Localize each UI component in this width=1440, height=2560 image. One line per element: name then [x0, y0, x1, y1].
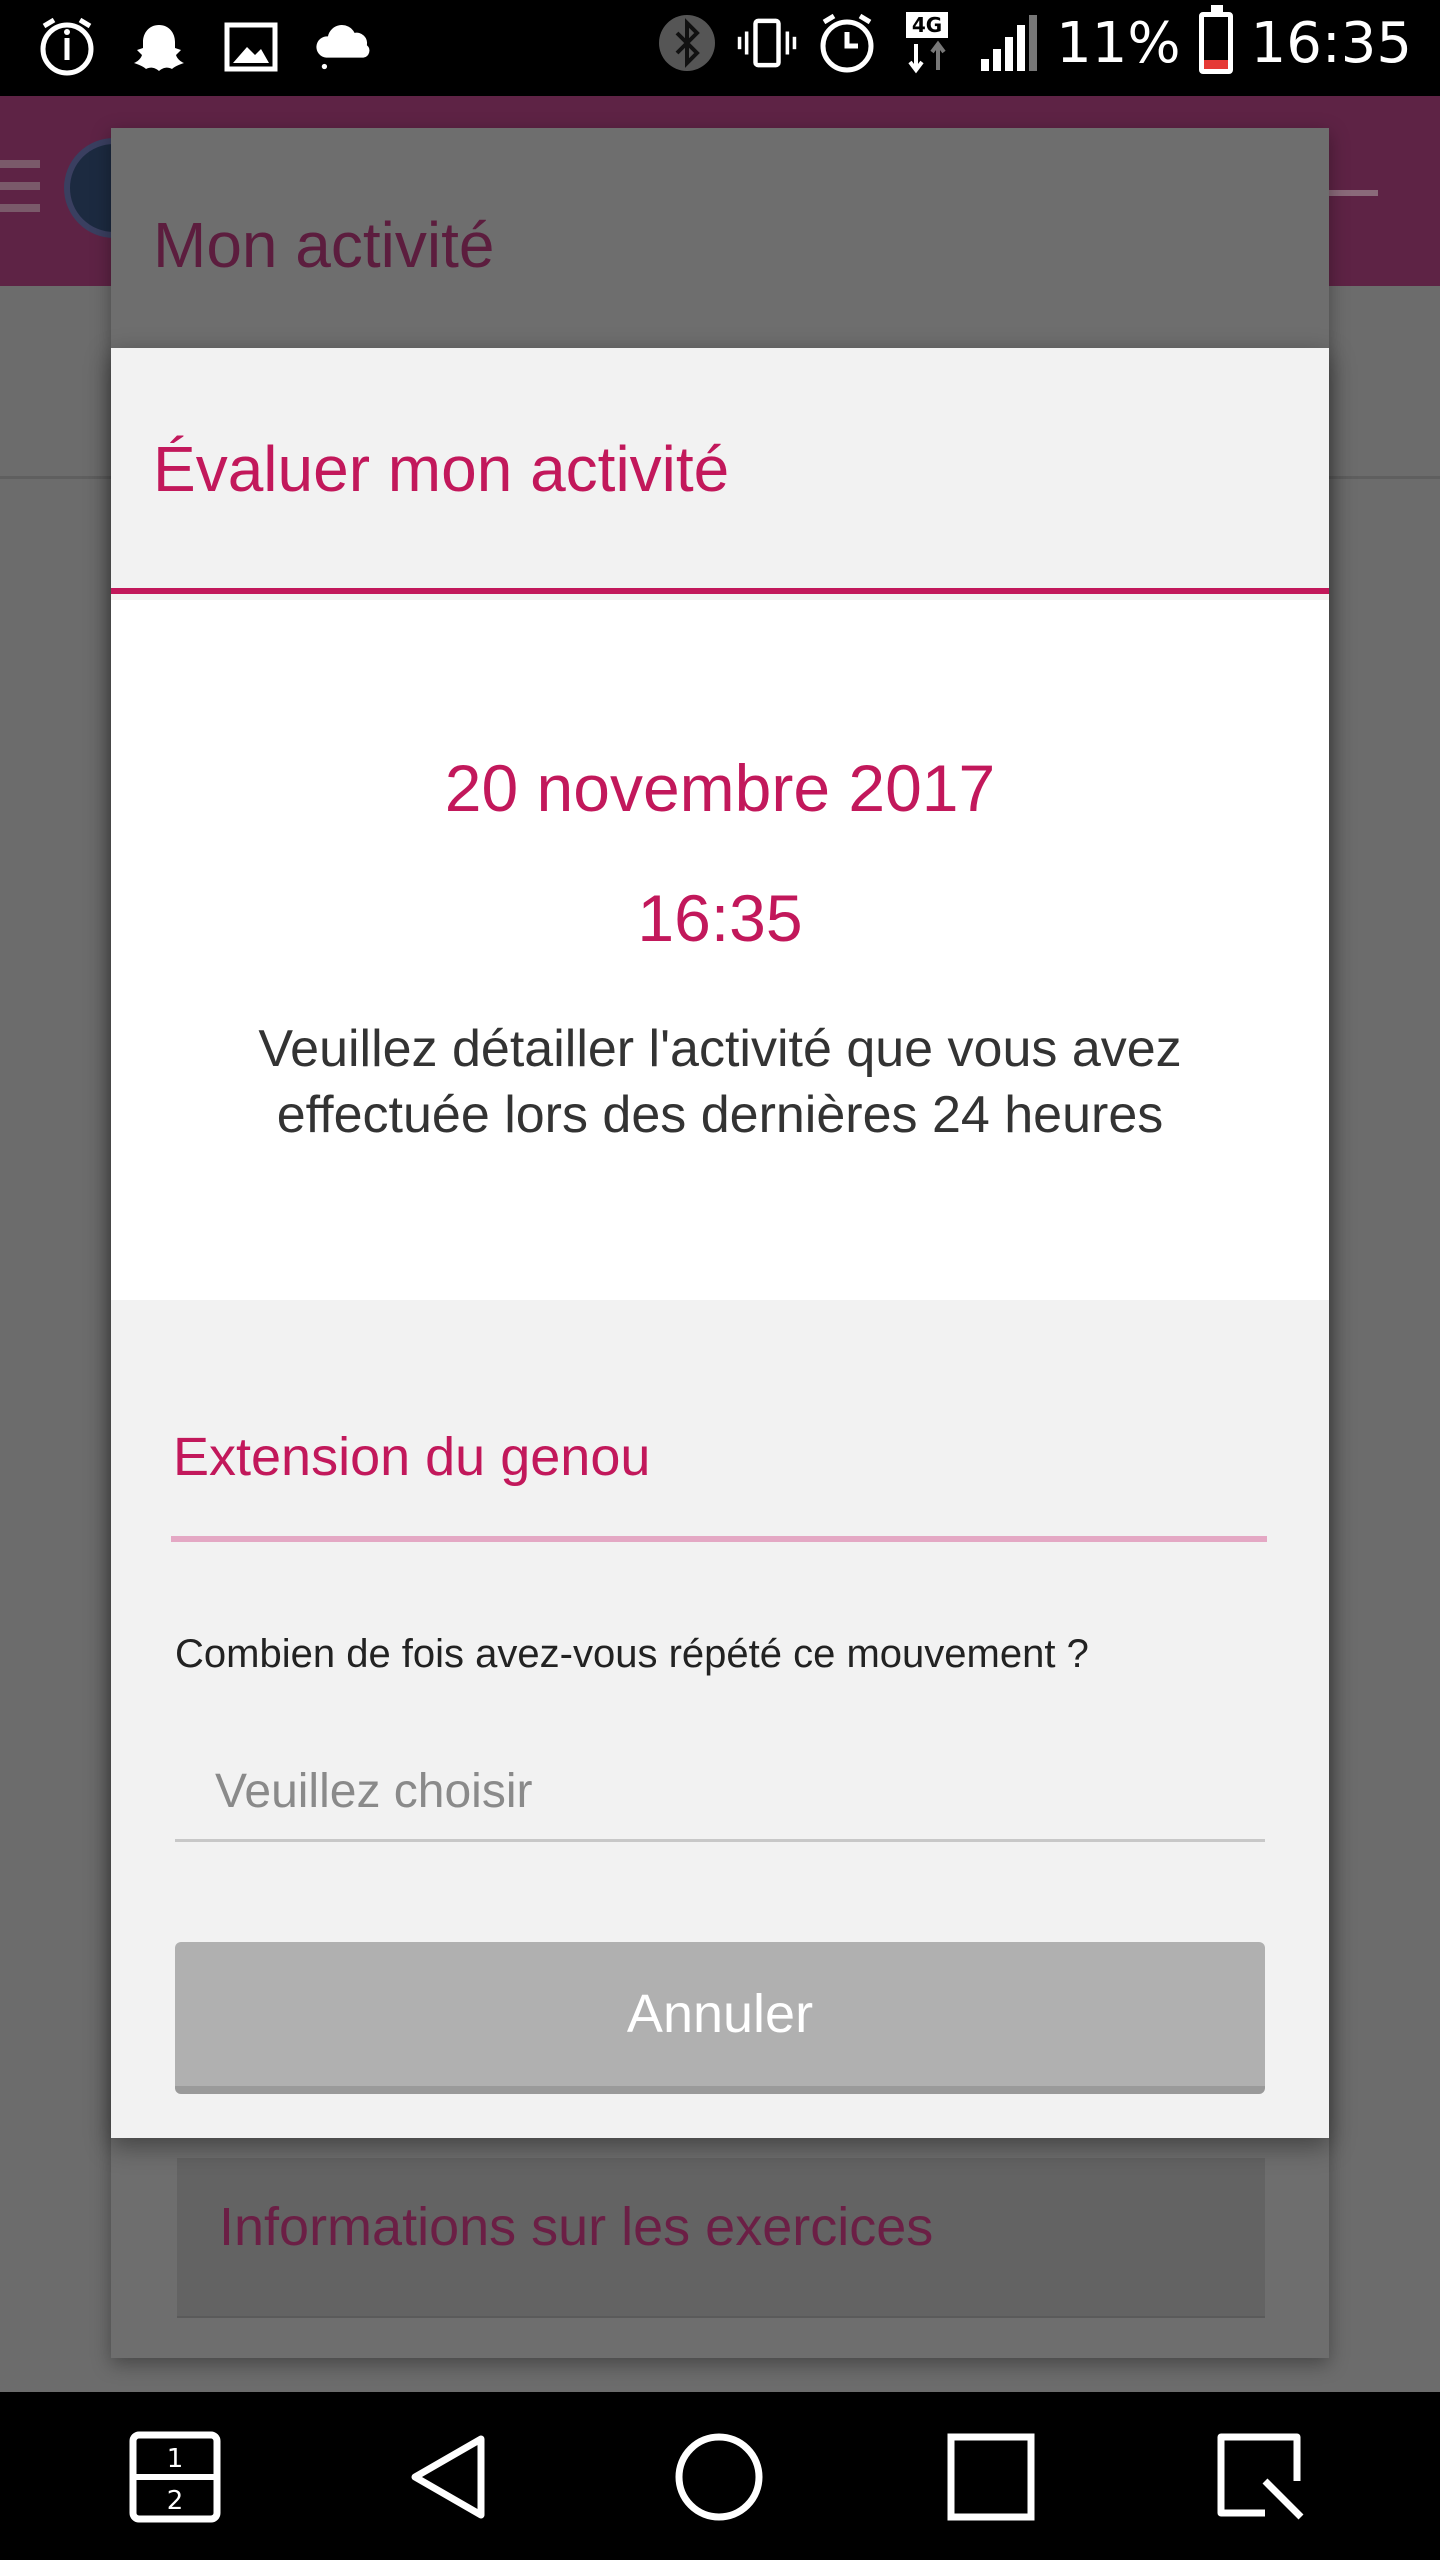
exercise-info-label: Informations sur les exercices	[219, 2197, 934, 2257]
gallery-icon	[220, 14, 282, 80]
cancel-button[interactable]: Annuler	[175, 1942, 1265, 2094]
capture-icon[interactable]	[1206, 2422, 1316, 2532]
repetition-select-placeholder: Veuillez choisir	[215, 1765, 533, 1818]
clock: 16:35	[1250, 10, 1412, 76]
snapchat-icon	[128, 14, 190, 80]
exercise-title: Extension du genou	[173, 1427, 651, 1487]
dialog-info: 20 novembre 2017 16:35 Veuillez détaille…	[111, 600, 1329, 1300]
dual-window-number-1: 1	[167, 2444, 184, 2474]
vibrate-icon	[736, 10, 798, 76]
cancel-button-label: Annuler	[626, 1984, 814, 2044]
repetition-select[interactable]: Veuillez choisir	[175, 1756, 1265, 1842]
recents-icon[interactable]	[936, 2422, 1046, 2532]
repetition-question: Combien de fois avez-vous répété ce mouv…	[175, 1632, 1089, 1676]
4g-data-icon: 4G	[896, 10, 958, 76]
cloud-icon	[312, 14, 374, 80]
signal-icon	[976, 10, 1038, 76]
exercise-info-button: Informations sur les exercices	[177, 2158, 1265, 2318]
back-icon[interactable]	[394, 2422, 504, 2532]
exercise-title-underline	[171, 1536, 1267, 1542]
activity-time: 16:35	[637, 881, 803, 955]
dialog-title: Évaluer mon activité	[153, 433, 730, 505]
exercise-form: Extension du genou Combien de fois avez-…	[111, 1300, 1329, 2138]
evaluate-activity-dialog: Évaluer mon activité 20 novembre 2017 16…	[111, 348, 1329, 2138]
dual-window-number-2: 2	[167, 2486, 184, 2516]
alarm-icon	[816, 10, 878, 76]
battery-percent: 11%	[1056, 10, 1181, 76]
activity-date: 20 novembre 2017	[444, 751, 996, 825]
battery-icon	[1198, 5, 1233, 74]
dual-window-icon[interactable]: 1 2	[120, 2422, 230, 2532]
status-bar: 4G 11% 16:35	[0, 0, 1440, 96]
bluetooth-icon	[656, 10, 718, 76]
alarm-info-icon	[36, 14, 98, 80]
dialog-description: Veuillez détailler l'activité que vous a…	[258, 1020, 1182, 1144]
home-icon[interactable]	[664, 2422, 774, 2532]
dialog-header: Évaluer mon activité	[111, 348, 1329, 594]
navigation-bar: 1 2	[0, 2392, 1440, 2560]
menu-icon	[0, 160, 40, 220]
network-type-label: 4G	[912, 13, 942, 37]
panel-title: Mon activité	[153, 209, 495, 281]
